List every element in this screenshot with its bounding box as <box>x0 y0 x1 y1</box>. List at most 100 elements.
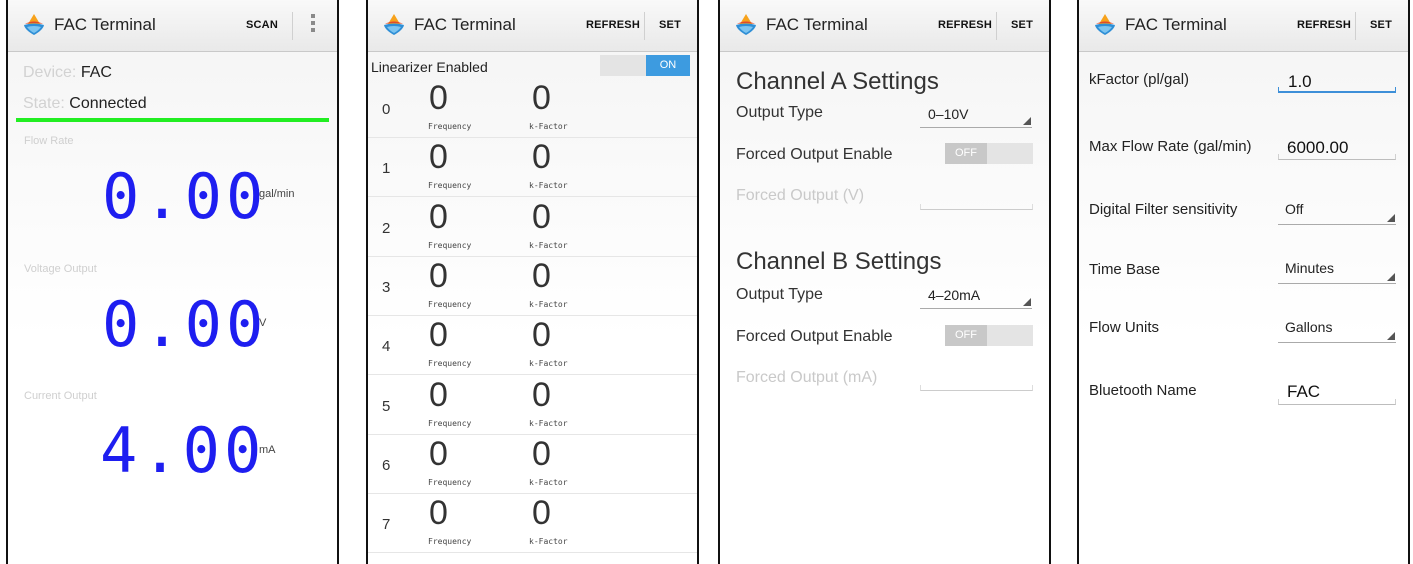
row-index: 7 <box>382 516 391 534</box>
action-bar: FAC Terminal REFRESH SET <box>1079 0 1408 52</box>
current-label: Current Output <box>24 390 97 402</box>
action-divider <box>644 12 645 40</box>
dropdown-arrow-icon <box>1023 117 1031 125</box>
current-value: 4.00 <box>100 414 266 487</box>
row-index: 4 <box>382 338 391 356</box>
flow-units-select[interactable]: Gallons <box>1278 319 1396 343</box>
frequency-caption: Frequency <box>428 299 472 309</box>
device-value: FAC <box>80 64 112 81</box>
linearizer-row: 2 0 Frequency 0 k-Factor <box>368 198 697 257</box>
kfactor-caption: k-Factor <box>529 359 568 369</box>
frequency-value[interactable]: 0 <box>429 316 448 355</box>
kfactor-caption: k-Factor <box>529 418 568 428</box>
linearizer-row: 1 0 Frequency 0 k-Factor <box>368 138 697 198</box>
frequency-caption: Frequency <box>428 359 472 369</box>
flow-units-label: Flow Units <box>1089 319 1160 336</box>
max-flow-label: Max Flow Rate (gal/min) <box>1089 138 1252 155</box>
app-title: FAC Terminal <box>1125 15 1227 34</box>
flow-rate-label: Flow Rate <box>24 135 74 147</box>
filter-select[interactable]: Off <box>1278 201 1396 225</box>
frequency-caption: Frequency <box>428 418 472 428</box>
frequency-caption: Frequency <box>428 240 472 250</box>
device-line: Device: FAC <box>23 64 112 82</box>
app-title: FAC Terminal <box>54 15 156 34</box>
time-base-label: Time Base <box>1089 261 1161 278</box>
frequency-value[interactable]: 0 <box>429 198 448 237</box>
linearizer-row: 6 0 Frequency 0 k-Factor <box>368 435 697 494</box>
linearizer-label: Linearizer Enabled <box>371 59 488 75</box>
kfactor-caption: k-Factor <box>529 122 568 131</box>
action-bar: FAC Terminal SCAN <box>8 0 337 52</box>
action-divider <box>1355 12 1356 40</box>
kfactor-value[interactable]: 0 <box>532 257 551 296</box>
filter-value: Off <box>1285 201 1304 217</box>
channel-a-output-type-select[interactable]: 0–10V <box>920 106 1032 128</box>
toggle-knob-off: OFF <box>945 325 987 346</box>
frequency-value[interactable]: 0 <box>429 138 448 177</box>
state-line: State: Connected <box>23 95 147 113</box>
screen-linearizer: FAC Terminal REFRESH SET Linearizer Enab… <box>366 0 699 564</box>
overflow-menu-icon[interactable] <box>310 14 316 35</box>
action-divider <box>292 12 293 40</box>
voltage-value: 0.00 <box>102 288 268 361</box>
kfactor-caption: k-Factor <box>529 537 568 547</box>
app-logo-icon <box>1095 14 1115 35</box>
kfactor-caption: k-Factor <box>529 299 568 309</box>
app-title: FAC Terminal <box>414 15 516 34</box>
channel-a-forced-output-label: Forced Output (V) <box>736 187 865 204</box>
channel-a-title: Channel A Settings <box>736 68 939 95</box>
refresh-button[interactable]: REFRESH <box>586 19 640 31</box>
frequency-value[interactable]: 0 <box>429 79 448 118</box>
scan-button[interactable]: SCAN <box>246 19 278 31</box>
max-flow-input[interactable] <box>1278 154 1396 160</box>
channel-b-forced-enable-toggle[interactable]: OFF <box>945 325 1033 346</box>
kfactor-value[interactable]: 0 <box>532 435 551 474</box>
refresh-button[interactable]: REFRESH <box>938 19 992 31</box>
app-logo-icon <box>384 14 404 35</box>
bt-name-input[interactable] <box>1278 399 1396 405</box>
linearizer-row: 3 0 Frequency 0 k-Factor <box>368 257 697 316</box>
frequency-value[interactable]: 0 <box>429 257 448 296</box>
row-index: 2 <box>382 219 391 237</box>
row-index: 6 <box>382 456 391 474</box>
frequency-value[interactable]: 0 <box>429 376 448 415</box>
set-button[interactable]: SET <box>659 19 681 31</box>
channel-a-forced-enable-toggle[interactable]: OFF <box>945 143 1033 164</box>
dropdown-arrow-icon <box>1023 298 1031 306</box>
toggle-knob-off: OFF <box>945 143 987 164</box>
frequency-value[interactable]: 0 <box>429 494 448 533</box>
state-label: State: <box>23 95 65 112</box>
kfactor-input[interactable] <box>1278 87 1396 93</box>
channel-b-forced-output-input[interactable] <box>920 385 1033 391</box>
channel-b-output-type-select[interactable]: 4–20mA <box>920 287 1032 309</box>
channel-a-forced-output-input[interactable] <box>920 204 1033 210</box>
action-divider <box>996 12 997 40</box>
set-button[interactable]: SET <box>1370 19 1392 31</box>
channel-b-forced-enable-label: Forced Output Enable <box>736 328 893 345</box>
app-title: FAC Terminal <box>766 15 868 34</box>
time-base-select[interactable]: Minutes <box>1278 260 1396 284</box>
kfactor-value[interactable]: 0 <box>532 79 551 118</box>
connection-status-bar <box>16 118 329 122</box>
device-label: Device: <box>23 64 77 81</box>
dropdown-arrow-icon <box>1387 332 1395 340</box>
refresh-button[interactable]: REFRESH <box>1297 19 1351 31</box>
frequency-value[interactable]: 0 <box>429 435 448 474</box>
kfactor-value[interactable]: 0 <box>532 376 551 415</box>
kfactor-value[interactable]: 0 <box>532 494 551 533</box>
frequency-caption: Frequency <box>428 477 472 487</box>
channel-b-title: Channel B Settings <box>736 248 942 275</box>
flow-rate-value: 0.00 <box>102 160 268 233</box>
row-index: 5 <box>382 397 391 415</box>
set-button[interactable]: SET <box>1011 19 1033 31</box>
kfactor-value[interactable]: 0 <box>532 316 551 355</box>
voltage-unit: V <box>259 317 267 329</box>
action-bar: FAC Terminal REFRESH SET <box>368 0 697 52</box>
action-bar: FAC Terminal REFRESH SET <box>720 0 1049 52</box>
row-index: 0 <box>382 101 391 118</box>
kfactor-value[interactable]: 0 <box>532 138 551 177</box>
kfactor-value[interactable]: 0 <box>532 198 551 237</box>
linearizer-toggle[interactable]: ON <box>600 55 690 76</box>
channel-b-output-type-label: Output Type <box>736 286 823 303</box>
frequency-caption: Frequency <box>428 181 472 191</box>
